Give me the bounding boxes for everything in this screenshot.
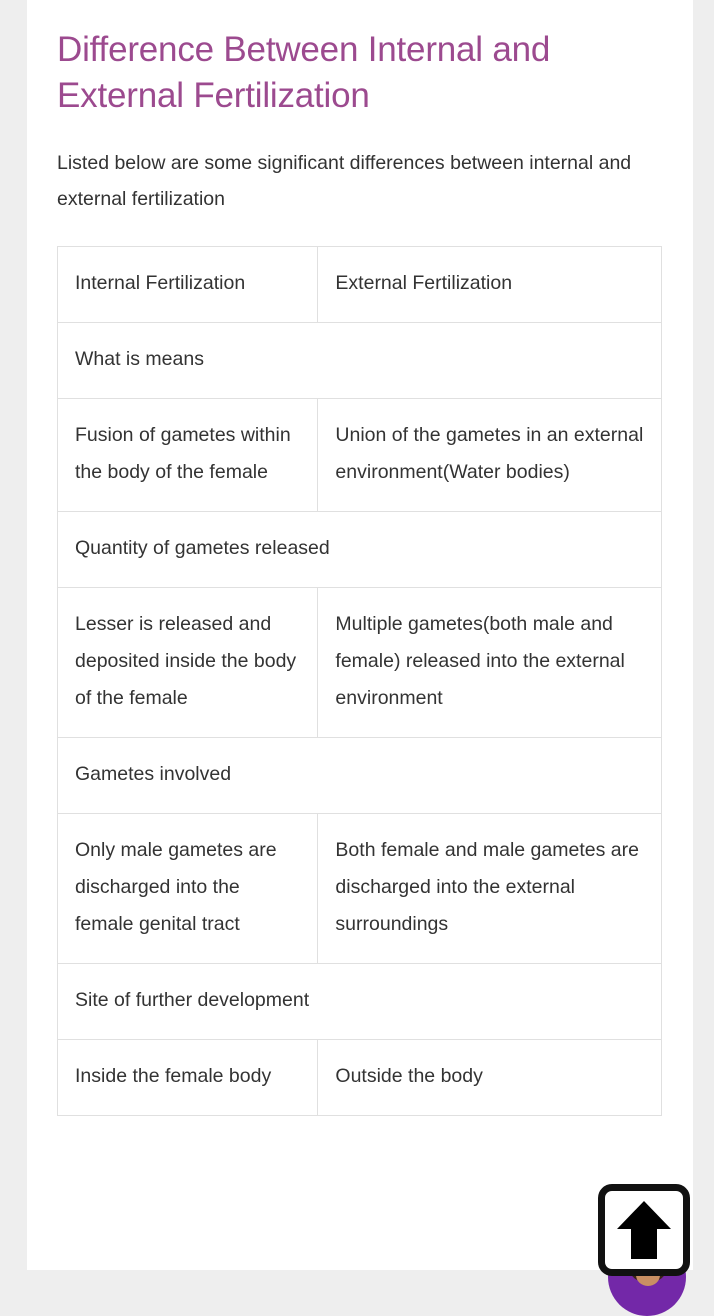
column-header-external-fertilization: External Fertilization	[317, 246, 662, 323]
section-heading-what-is-means: What is means	[57, 322, 662, 399]
scroll-to-top-button[interactable]	[598, 1184, 690, 1276]
section-heading-row: Site of further development	[57, 963, 662, 1040]
table-row: Inside the female body Outside the body	[56, 1039, 662, 1116]
section-heading-row: What is means	[57, 322, 662, 399]
article-content: Difference Between Internal and External…	[27, 0, 693, 1116]
cell-internal-2: Only male gametes are discharged into th…	[56, 813, 319, 964]
table-row: Fusion of gametes within the body of the…	[56, 398, 662, 512]
comparison-table: Internal Fertilization External Fertiliz…	[56, 246, 662, 1116]
section-heading-quantity-of-gametes-released: Quantity of gametes released	[57, 511, 662, 588]
table-row: Only male gametes are discharged into th…	[56, 813, 662, 964]
cell-external-2: Both female and male gametes are dischar…	[317, 813, 662, 964]
cell-internal-3: Inside the female body	[56, 1039, 319, 1116]
column-header-internal-fertilization: Internal Fertilization	[56, 246, 319, 323]
cell-internal-0: Fusion of gametes within the body of the…	[56, 398, 319, 512]
section-heading-row: Quantity of gametes released	[57, 511, 662, 588]
page-container: Difference Between Internal and External…	[27, 0, 693, 1270]
page-title: Difference Between Internal and External…	[57, 30, 551, 115]
intro-paragraph: Listed below are some significant differ…	[57, 152, 632, 210]
table-row: Lesser is released and deposited inside …	[56, 587, 662, 738]
cell-internal-1: Lesser is released and deposited inside …	[56, 587, 319, 738]
section-heading-gametes-involved: Gametes involved	[57, 737, 662, 814]
table-header-row: Internal Fertilization External Fertiliz…	[56, 246, 662, 323]
cell-external-1: Multiple gametes(both male and female) r…	[317, 587, 662, 738]
arrow-up-icon	[616, 1199, 672, 1261]
section-heading-row: Gametes involved	[57, 737, 662, 814]
cell-external-0: Union of the gametes in an external envi…	[317, 398, 662, 512]
cell-external-3: Outside the body	[317, 1039, 662, 1116]
section-heading-site-of-further-development: Site of further development	[57, 963, 662, 1040]
